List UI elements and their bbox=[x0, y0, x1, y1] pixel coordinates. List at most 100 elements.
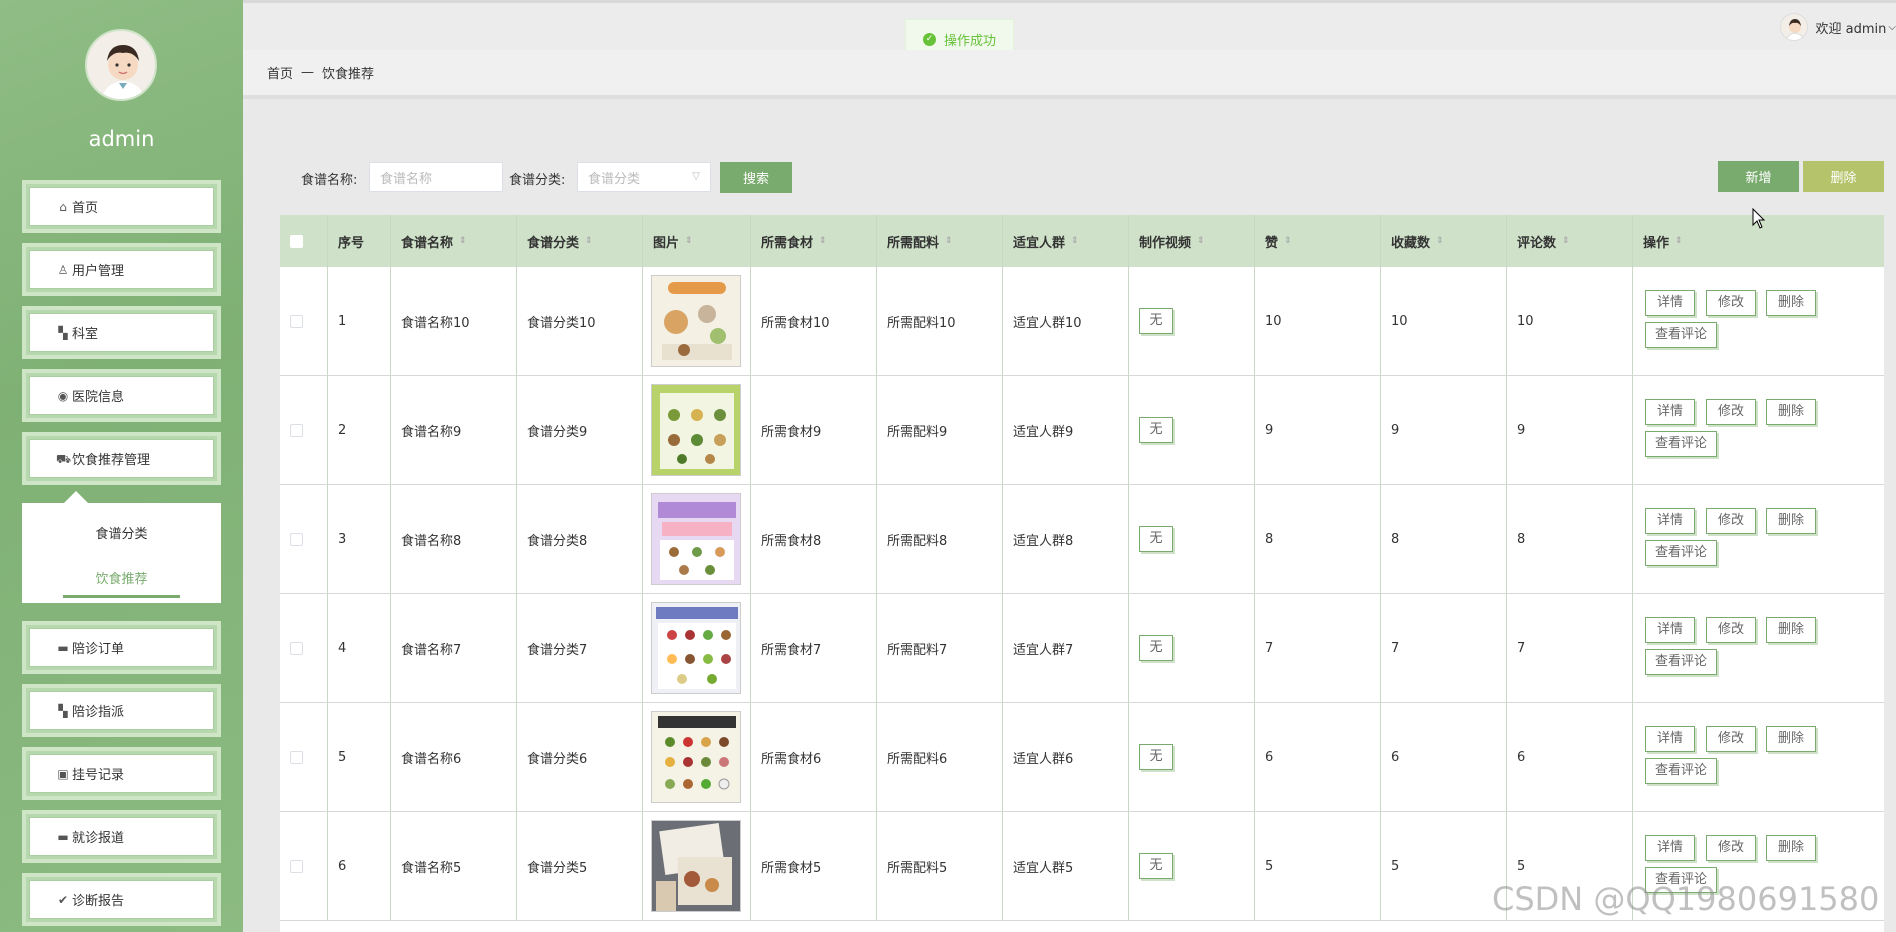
delete-button[interactable]: 删除 bbox=[1766, 726, 1816, 752]
select-all-checkbox[interactable] bbox=[290, 234, 303, 248]
view-comments-button[interactable]: 查看评论 bbox=[1645, 431, 1717, 457]
recipe-category-placeholder: 食谱分类 bbox=[588, 171, 641, 187]
batch-delete-button[interactable]: 删除 bbox=[1803, 161, 1884, 192]
sort-icon[interactable]: ⇕ bbox=[1562, 237, 1570, 246]
sidebar-item-diet-management[interactable]: ⛟ 饮食推荐管理 bbox=[22, 432, 221, 485]
detail-button[interactable]: 详情 bbox=[1645, 726, 1695, 752]
edit-button[interactable]: 修改 bbox=[1706, 726, 1756, 752]
sidebar-item-hospital-info[interactable]: ◉ 医院信息 bbox=[22, 369, 221, 422]
cell-comments: 8 bbox=[1507, 485, 1633, 593]
row-checkbox[interactable] bbox=[290, 750, 303, 764]
user-icon: ♙ bbox=[57, 262, 69, 277]
video-none-tag[interactable]: 无 bbox=[1139, 308, 1173, 334]
cell-image[interactable] bbox=[643, 812, 751, 920]
cell-favorites: 5 bbox=[1381, 812, 1507, 920]
view-comments-button[interactable]: 查看评论 bbox=[1645, 540, 1717, 566]
recipe-image[interactable] bbox=[651, 820, 741, 912]
detail-button[interactable]: 详情 bbox=[1645, 617, 1695, 643]
cell-crowd: 适宜人群7 bbox=[1003, 594, 1129, 702]
edit-button[interactable]: 修改 bbox=[1706, 290, 1756, 316]
detail-button[interactable]: 详情 bbox=[1645, 835, 1695, 861]
view-comments-button[interactable]: 查看评论 bbox=[1645, 649, 1717, 675]
submenu-item-recipe-category[interactable]: 食谱分类 bbox=[22, 523, 221, 542]
header-seasoning[interactable]: 所需配料 ⇕ bbox=[877, 215, 1003, 267]
user-menu[interactable]: 欢迎 admin ⌵ bbox=[1779, 13, 1896, 41]
header-image[interactable]: 图片 ⇕ bbox=[643, 215, 751, 267]
recipe-image[interactable] bbox=[651, 711, 741, 803]
header-name[interactable]: 食谱名称 ⇕ bbox=[391, 215, 517, 267]
add-button[interactable]: 新增 bbox=[1718, 161, 1799, 192]
sidebar-item-visit-report[interactable]: ▬ 就诊报道 bbox=[22, 810, 221, 863]
breadcrumb-home[interactable]: 首页 bbox=[267, 63, 293, 82]
recipe-image[interactable] bbox=[651, 493, 741, 585]
sidebar-item-home[interactable]: ⌂ 首页 bbox=[22, 180, 221, 233]
cell-image[interactable] bbox=[643, 267, 751, 375]
edit-button[interactable]: 修改 bbox=[1706, 835, 1756, 861]
header-select-all[interactable] bbox=[280, 215, 328, 267]
edit-button[interactable]: 修改 bbox=[1706, 617, 1756, 643]
submenu-item-diet-recommend[interactable]: 饮食推荐 bbox=[22, 568, 221, 587]
view-comments-button[interactable]: 查看评论 bbox=[1645, 322, 1717, 348]
recipe-name-label: 食谱名称: bbox=[301, 173, 358, 188]
cell-index: 2 bbox=[328, 376, 391, 484]
detail-button[interactable]: 详情 bbox=[1645, 508, 1695, 534]
delete-button[interactable]: 删除 bbox=[1766, 399, 1816, 425]
cell-image[interactable] bbox=[643, 703, 751, 811]
sort-icon[interactable]: ⇕ bbox=[1436, 237, 1444, 246]
recipe-image[interactable] bbox=[651, 602, 741, 694]
row-checkbox[interactable] bbox=[290, 532, 303, 546]
cell-index: 3 bbox=[328, 485, 391, 593]
row-checkbox[interactable] bbox=[290, 314, 303, 328]
sidebar-item-department[interactable]: ▚ 科室 bbox=[22, 306, 221, 359]
detail-button[interactable]: 详情 bbox=[1645, 290, 1695, 316]
sort-icon[interactable]: ⇕ bbox=[1284, 237, 1292, 246]
sort-icon[interactable]: ⇕ bbox=[1197, 237, 1205, 246]
row-checkbox[interactable] bbox=[290, 859, 303, 873]
cell-image[interactable] bbox=[643, 594, 751, 702]
header-likes[interactable]: 赞 ⇕ bbox=[1255, 215, 1381, 267]
sort-icon[interactable]: ⇕ bbox=[1071, 237, 1079, 246]
sort-icon[interactable]: ⇕ bbox=[1675, 237, 1683, 246]
search-button[interactable]: 搜索 bbox=[720, 162, 792, 193]
video-none-tag[interactable]: 无 bbox=[1139, 635, 1173, 661]
delete-button[interactable]: 删除 bbox=[1766, 617, 1816, 643]
header-favorites[interactable]: 收藏数 ⇕ bbox=[1381, 215, 1507, 267]
video-none-tag[interactable]: 无 bbox=[1139, 526, 1173, 552]
video-none-tag[interactable]: 无 bbox=[1139, 417, 1173, 443]
cell-image[interactable] bbox=[643, 376, 751, 484]
row-checkbox[interactable] bbox=[290, 641, 303, 655]
video-none-tag[interactable]: 无 bbox=[1139, 744, 1173, 770]
video-none-tag[interactable]: 无 bbox=[1139, 853, 1173, 879]
edit-button[interactable]: 修改 bbox=[1706, 508, 1756, 534]
sidebar-item-users[interactable]: ♙ 用户管理 bbox=[22, 243, 221, 296]
header-video[interactable]: 制作视频 ⇕ bbox=[1129, 215, 1255, 267]
edit-button[interactable]: 修改 bbox=[1706, 399, 1756, 425]
row-checkbox[interactable] bbox=[290, 423, 303, 437]
sidebar-item-diagnosis-report[interactable]: ✔ 诊断报告 bbox=[22, 873, 221, 926]
recipe-image[interactable] bbox=[651, 384, 741, 476]
delete-button[interactable]: 删除 bbox=[1766, 835, 1816, 861]
header-crowd[interactable]: 适宜人群 ⇕ bbox=[1003, 215, 1129, 267]
header-ingredients[interactable]: 所需食材 ⇕ bbox=[751, 215, 877, 267]
recipe-image[interactable] bbox=[651, 275, 741, 367]
header-comments[interactable]: 评论数 ⇕ bbox=[1507, 215, 1633, 267]
delete-button[interactable]: 删除 bbox=[1766, 508, 1816, 534]
header-category[interactable]: 食谱分类 ⇕ bbox=[517, 215, 643, 267]
recipe-category-select[interactable]: 食谱分类 ▽ bbox=[577, 162, 711, 192]
cell-image[interactable] bbox=[643, 485, 751, 593]
sidebar-item-escort-assign[interactable]: ▚ 陪诊指派 bbox=[22, 684, 221, 737]
sort-icon[interactable]: ⇕ bbox=[459, 237, 467, 246]
sidebar-item-registration[interactable]: ▣ 挂号记录 bbox=[22, 747, 221, 800]
cell-index: 4 bbox=[328, 594, 391, 702]
recipe-name-input[interactable]: 食谱名称 bbox=[369, 162, 503, 192]
delete-button[interactable]: 删除 bbox=[1766, 290, 1816, 316]
sidebar-item-escort-orders[interactable]: ▬ 陪诊订单 bbox=[22, 621, 221, 674]
sort-icon[interactable]: ⇕ bbox=[945, 237, 953, 246]
sort-icon[interactable]: ⇕ bbox=[685, 237, 693, 246]
view-comments-button[interactable]: 查看评论 bbox=[1645, 758, 1717, 784]
sort-icon[interactable]: ⇕ bbox=[585, 237, 593, 246]
sort-icon[interactable]: ⇕ bbox=[819, 237, 827, 246]
detail-button[interactable]: 详情 bbox=[1645, 399, 1695, 425]
sidebar-item-label: 陪诊订单 bbox=[72, 642, 125, 657]
cell-video: 无 bbox=[1129, 703, 1255, 811]
